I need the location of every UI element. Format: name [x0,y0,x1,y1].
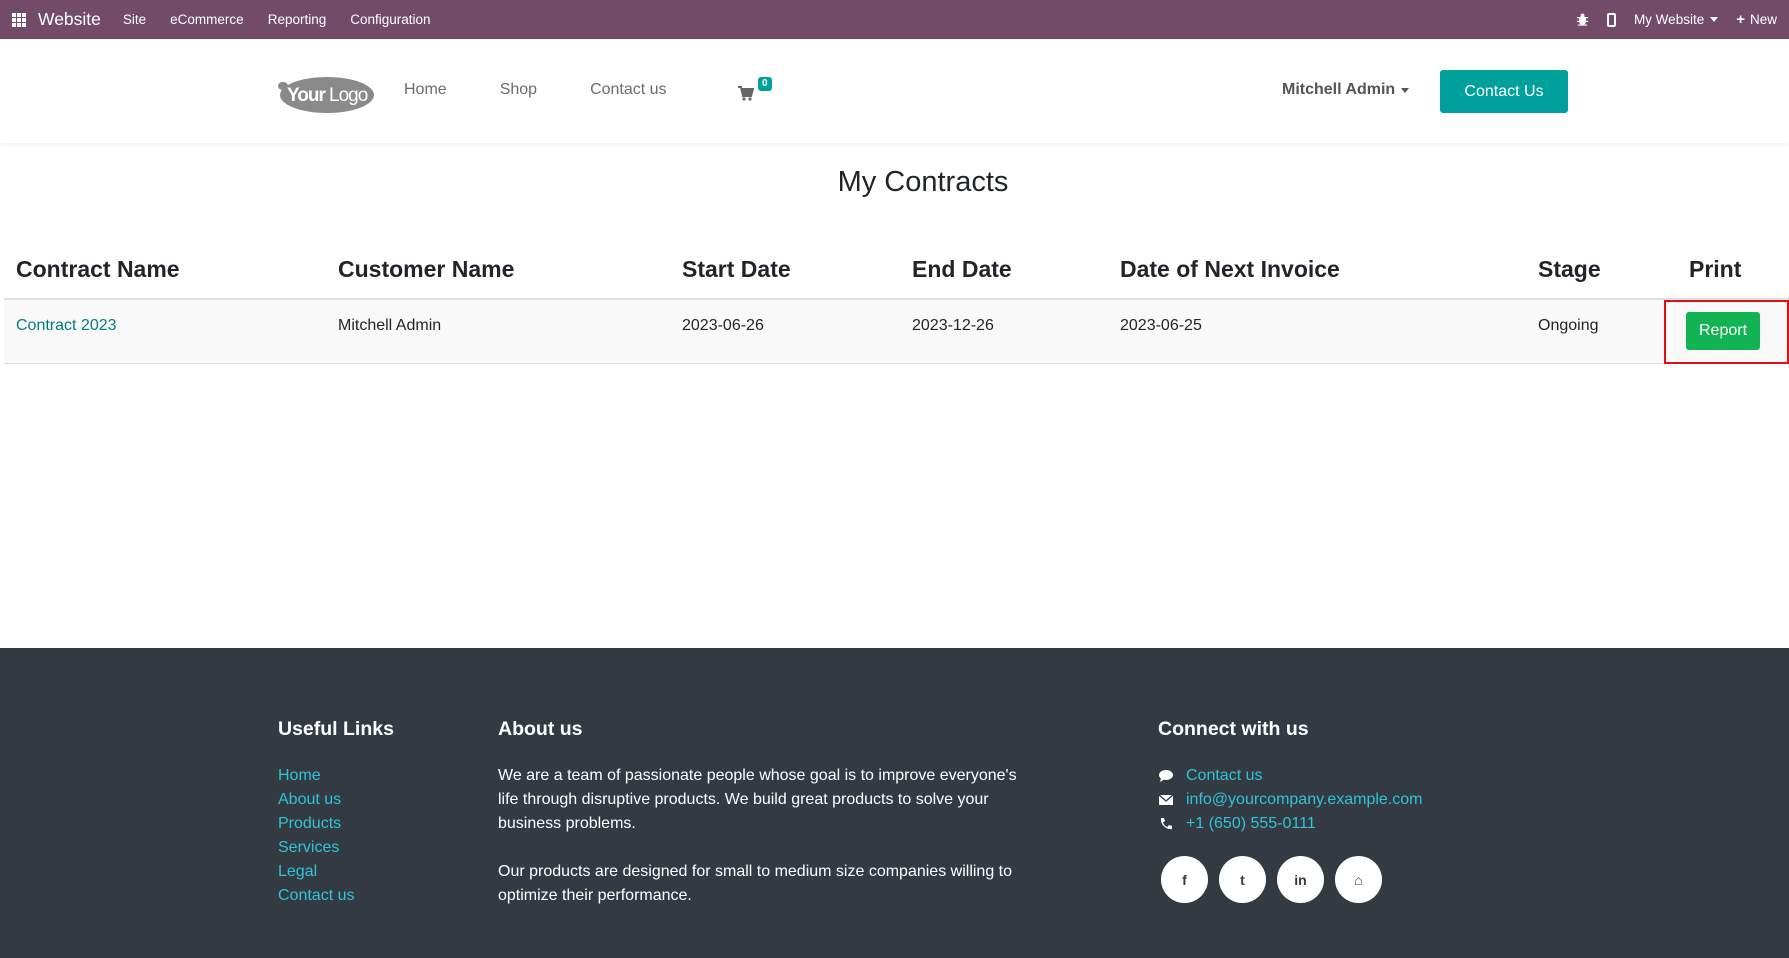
admin-bar: Website Site eCommerce Reporting Configu… [0,0,1789,39]
about-us-title: About us [498,718,583,740]
connect-phone-text: +1 (650) 555-0111 [1186,815,1316,832]
twitter-icon[interactable]: t [1219,856,1266,903]
page-title: My Contracts [837,166,1009,198]
nav-home[interactable]: Home [404,81,447,99]
connect-email[interactable]: info@yourcompany.example.com [1158,788,1423,812]
admin-menu-configuration[interactable]: Configuration [350,12,430,27]
connect-phone[interactable]: +1 (650) 555-0111 [1158,812,1423,836]
about-paragraph: Our products are designed for small to m… [498,863,1013,904]
column-header-print: Print [1689,256,1742,282]
bug-icon[interactable] [1576,13,1589,26]
user-name: Mitchell Admin [1282,81,1396,98]
chevron-down-icon [1710,17,1719,22]
linkedin-icon[interactable]: in [1277,856,1324,903]
report-button[interactable]: Report [1686,312,1760,350]
about-us-text: We are a team of passionate people whose… [498,764,1028,932]
main-nav: Home Shop Contact us [404,81,720,99]
next-invoice-cell: 2023-06-25 [1120,317,1202,334]
social-links: f t in ⌂ [1161,856,1393,903]
about-paragraph: We are a team of passionate people whose… [498,767,1017,832]
column-header-next-invoice: Date of Next Invoice [1120,256,1340,282]
connect-contact-us[interactable]: Contact us [1158,764,1423,788]
cart-count-badge: 0 [758,77,772,91]
chevron-down-icon [1401,87,1410,93]
comment-icon [1159,770,1173,782]
phone-icon [1160,818,1172,830]
contact-us-button[interactable]: Contact Us [1440,70,1568,113]
company-logo[interactable]: Your Logo [277,74,374,114]
mobile-preview-icon[interactable] [1606,12,1616,27]
admin-menu-site[interactable]: Site [123,12,146,27]
home-icon[interactable]: ⌂ [1335,856,1382,903]
admin-menu-reporting[interactable]: Reporting [268,12,327,27]
useful-links-title: Useful Links [278,718,394,740]
nav-contact-us[interactable]: Contact us [590,81,666,99]
facebook-icon[interactable]: f [1161,856,1208,903]
new-button[interactable]: + New [1736,11,1777,28]
connect-email-text: info@yourcompany.example.com [1186,791,1423,808]
customer-name-cell: Mitchell Admin [338,317,442,334]
admin-menu: Site eCommerce Reporting Configuration [123,12,455,27]
column-header-start-date: Start Date [682,256,791,282]
footer-link-products[interactable]: Products [278,812,354,836]
site-header: Your Logo Home Shop Contact us 0 Mitchel… [0,39,1789,143]
admin-bar-right: My Website + New [1576,0,1777,39]
apps-grid-icon[interactable] [12,12,26,27]
column-header-customer-name: Customer Name [338,256,515,282]
contract-name-link[interactable]: Contract 2023 [16,317,117,335]
connect-title: Connect with us [1158,718,1309,740]
app-brand[interactable]: Website [38,9,101,30]
column-header-end-date: End Date [912,256,1012,282]
svg-text:Logo: Logo [329,85,368,106]
footer-link-services[interactable]: Services [278,836,354,860]
end-date-cell: 2023-12-26 [912,317,994,334]
table-header: Contract Name Customer Name Start Date E… [4,248,1789,300]
table-row: Contract 2023 Mitchell Admin 2023-06-26 … [4,300,1789,364]
svg-text:Your: Your [287,85,326,106]
connect-contact-text: Contact us [1186,767,1263,784]
column-header-stage: Stage [1538,256,1601,282]
useful-links-list: Home About us Products Services Legal Co… [278,764,354,908]
contracts-table: Contract Name Customer Name Start Date E… [4,248,1789,364]
stage-cell: Ongoing [1538,317,1599,334]
footer-link-home[interactable]: Home [278,764,354,788]
nav-shop[interactable]: Shop [500,81,537,99]
user-menu[interactable]: Mitchell Admin [1282,81,1410,99]
site-footer: Useful Links Home About us Products Serv… [0,648,1789,958]
plus-icon: + [1736,11,1745,28]
print-cell-highlight: Report [1664,300,1789,364]
column-header-contract-name: Contract Name [16,256,180,282]
new-button-label: New [1749,12,1777,27]
website-selector-label: My Website [1633,12,1705,27]
envelope-icon [1158,794,1174,805]
shopping-cart-icon [738,86,754,101]
start-date-cell: 2023-06-26 [682,317,764,334]
cart-link[interactable]: 0 [738,77,778,107]
footer-link-about-us[interactable]: About us [278,788,354,812]
footer-link-contact-us[interactable]: Contact us [278,884,354,908]
footer-link-legal[interactable]: Legal [278,860,354,884]
connect-list: Contact us info@yourcompany.example.com … [1158,764,1423,836]
admin-menu-ecommerce[interactable]: eCommerce [170,12,244,27]
website-selector[interactable]: My Website [1633,12,1719,27]
